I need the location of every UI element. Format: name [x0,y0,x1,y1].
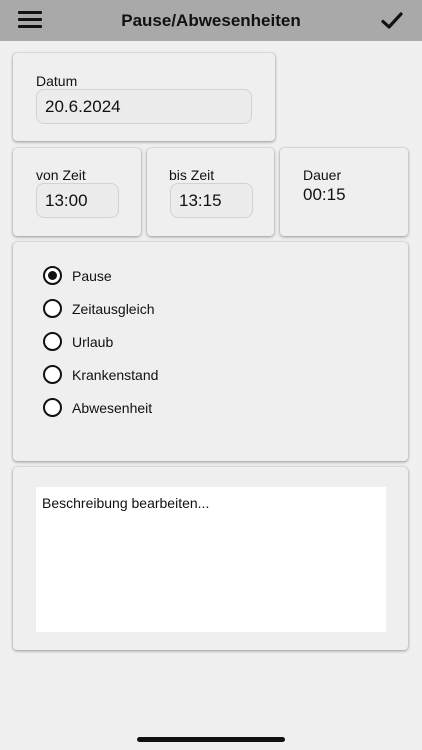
radio-abwesenheit[interactable]: Abwesenheit [43,398,152,417]
duration-value: 00:15 [303,185,346,204]
to-time-field[interactable]: 13:15 [170,183,253,218]
to-time-card: bis Zeit 13:15 [147,148,274,236]
radio-label-abwesenheit: Abwesenheit [72,399,153,416]
home-indicator [137,737,285,742]
to-time-value: 13:15 [179,190,222,210]
description-input[interactable]: Beschreibung bearbeiten... [36,487,386,632]
radio-button[interactable] [43,398,62,417]
from-time-field[interactable]: 13:00 [36,183,119,218]
page-title: Pause/Abwesenheiten [121,11,301,30]
radio-button[interactable] [43,299,62,318]
date-value: 20.6.2024 [45,96,121,116]
checkmark-icon[interactable] [380,9,404,33]
to-time-label: bis Zeit [169,167,215,183]
radio-button[interactable] [43,332,62,351]
radio-label-urlaub: Urlaub [72,333,114,350]
absence-type-card: Pause Zeitausgleich Urlaub Krankenstand … [13,242,408,461]
date-card: Datum 20.6.2024 [13,53,275,141]
radio-krankenstand[interactable]: Krankenstand [43,365,158,384]
radio-urlaub[interactable]: Urlaub [43,332,113,351]
description-card: Beschreibung bearbeiten... [13,467,408,650]
radio-button[interactable] [43,365,62,384]
top-bar: Pause/Abwesenheiten [0,0,422,41]
duration-card: Dauer 00:15 [280,148,408,236]
from-time-card: von Zeit 13:00 [13,148,141,236]
radio-pause[interactable]: Pause [43,266,112,285]
from-time-label: von Zeit [36,167,86,183]
duration-label: Dauer [303,167,342,183]
radio-button-selected[interactable] [43,266,62,285]
date-field[interactable]: 20.6.2024 [36,89,252,124]
radio-label-zeitausgleich: Zeitausgleich [72,300,155,317]
radio-label-krankenstand: Krankenstand [72,366,159,383]
date-label: Datum [36,73,78,89]
from-time-value: 13:00 [45,190,88,210]
radio-zeitausgleich[interactable]: Zeitausgleich [43,299,155,318]
radio-label-pause: Pause [72,267,112,284]
